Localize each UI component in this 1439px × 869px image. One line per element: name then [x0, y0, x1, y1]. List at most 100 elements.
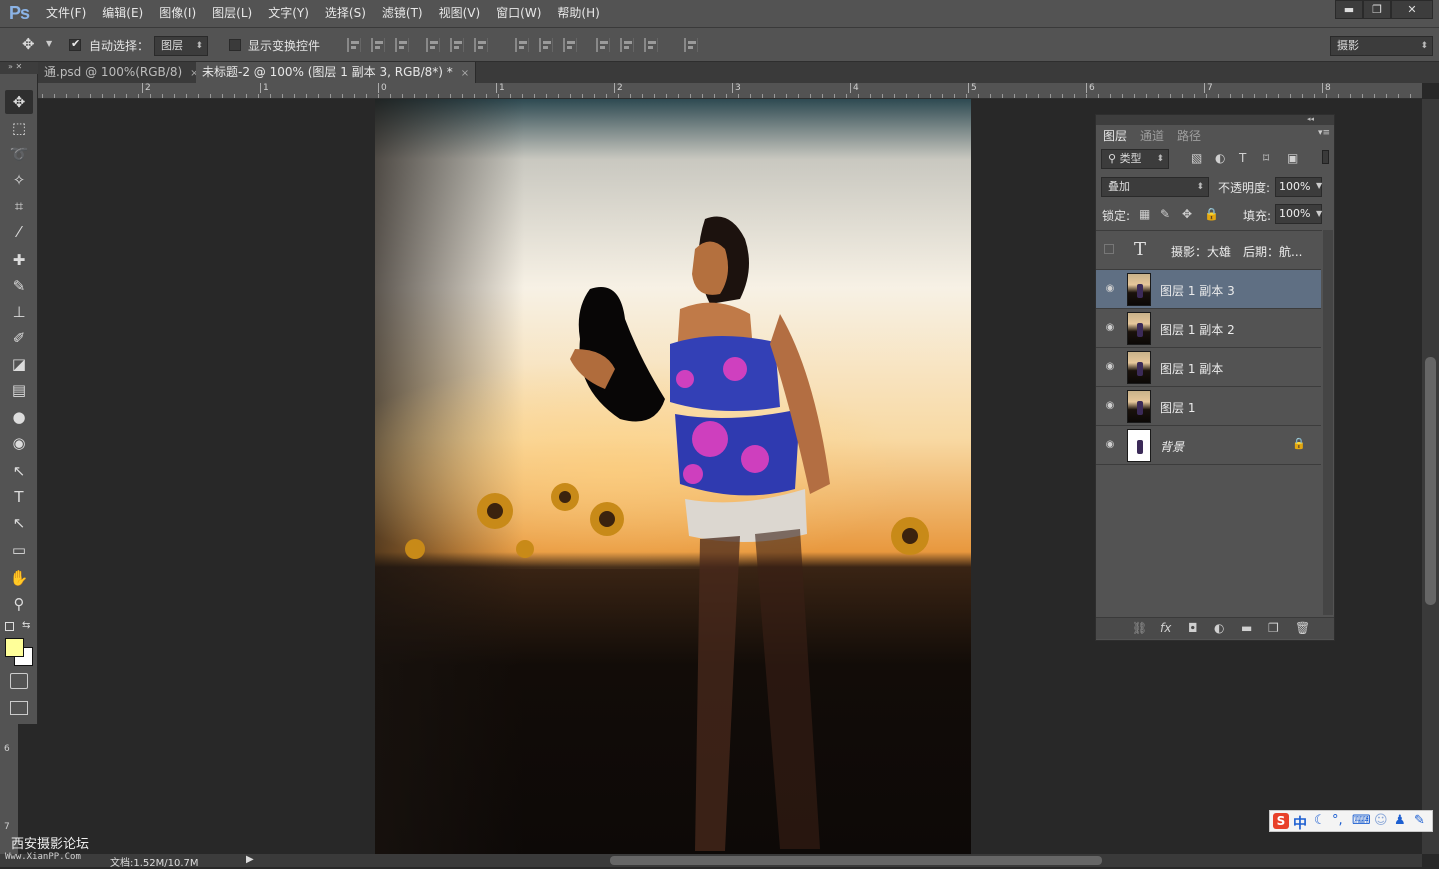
menu-window[interactable]: 窗口(W) — [488, 0, 549, 27]
toolbox-collapse-icon[interactable]: » ✕ — [0, 62, 38, 74]
auto-select-target-dropdown[interactable]: 图层 — [154, 36, 208, 56]
history-brush-icon[interactable]: ✐ — [5, 326, 33, 350]
filter-type-dropdown[interactable]: ⚲ 类型 — [1101, 149, 1169, 169]
align-vcenter-icon[interactable] — [371, 38, 385, 52]
distribute-vcenter-icon[interactable] — [539, 38, 553, 52]
horizontal-scrollbar[interactable] — [270, 854, 1422, 867]
menu-select[interactable]: 选择(S) — [317, 0, 374, 27]
tab-paths[interactable]: 路径 — [1177, 127, 1201, 144]
moon-icon[interactable]: ☾ — [1314, 813, 1326, 828]
doc-tab[interactable]: 通.psd @ 100%(RGB/8) × — [38, 62, 206, 83]
tab-layers[interactable]: 图层 — [1103, 127, 1127, 144]
menu-layer[interactable]: 图层(L) — [204, 0, 260, 27]
distribute-top-icon[interactable] — [515, 38, 529, 52]
eye-icon[interactable]: ◉ — [1104, 283, 1116, 295]
adjustment-icon[interactable]: ◐ — [1214, 621, 1224, 635]
eye-icon[interactable]: ◉ — [1104, 322, 1116, 334]
blend-mode-dropdown[interactable]: 叠加 — [1101, 177, 1209, 197]
align-hcenter-icon[interactable] — [450, 38, 464, 52]
link-icon[interactable]: ⛓ — [1132, 621, 1147, 635]
keyboard-icon[interactable]: ⌨ — [1352, 813, 1371, 828]
direct-select-icon[interactable]: ↖ — [5, 511, 33, 535]
align-left-icon[interactable] — [426, 38, 440, 52]
path-select-icon[interactable]: ↖ — [5, 459, 33, 483]
lock-transparent-icon[interactable]: ▦ — [1139, 207, 1150, 221]
eyedropper-icon[interactable]: ⁄ — [5, 220, 33, 244]
swap-colors-icon[interactable]: ⇆ — [22, 620, 30, 631]
distribute-left-icon[interactable] — [596, 38, 610, 52]
layer-list-scrollbar[interactable] — [1323, 230, 1333, 615]
workspace-dropdown[interactable]: 摄影 — [1330, 36, 1433, 56]
layer-row[interactable]: ◉ 图层 1 副本 3 — [1096, 270, 1321, 309]
opacity-input[interactable]: 100% — [1275, 177, 1322, 197]
foreground-color-swatch[interactable] — [5, 638, 24, 657]
menu-view[interactable]: 视图(V) — [431, 0, 489, 27]
menu-edit[interactable]: 编辑(E) — [94, 0, 151, 27]
ime-toolbar[interactable]: S 中 ☾ °, ⌨ ☺ ♟ ✎ — [1269, 810, 1433, 832]
vertical-scrollbar[interactable] — [1422, 99, 1439, 854]
auto-select-checkbox[interactable]: ✔ — [69, 37, 81, 51]
layer-row[interactable]: ◉ 图层 1 副本 2 — [1096, 309, 1321, 348]
crop-tool-icon[interactable]: ⌗ — [5, 194, 33, 218]
menu-type[interactable]: 文字(Y) — [260, 0, 317, 27]
fx-icon[interactable]: fx — [1160, 621, 1171, 635]
marquee-tool-icon[interactable]: ⬚ — [5, 116, 33, 140]
vertical-scroll-thumb[interactable] — [1425, 357, 1436, 605]
user-icon[interactable]: ☺ — [1374, 813, 1388, 828]
lock-brush-icon[interactable]: ✎ — [1160, 207, 1170, 221]
eraser-tool-icon[interactable]: ◪ — [5, 352, 33, 376]
panel-menu-icon[interactable]: ▾≡ — [1318, 128, 1330, 138]
filter-shape-icon[interactable]: ⌑ — [1263, 151, 1269, 165]
lock-position-icon[interactable]: ✥ — [1182, 207, 1192, 221]
distribute-hcenter-icon[interactable] — [620, 38, 634, 52]
eye-icon[interactable]: ◉ — [1104, 361, 1116, 373]
close-button[interactable]: ✕ — [1391, 0, 1433, 19]
align-right-icon[interactable] — [474, 38, 488, 52]
visibility-toggle[interactable] — [1104, 244, 1114, 254]
quick-mask-icon[interactable] — [10, 673, 28, 689]
default-colors-icon[interactable] — [5, 622, 14, 631]
filter-adjustment-icon[interactable]: ◐ — [1215, 151, 1225, 165]
chevron-down-icon[interactable]: ▼ — [46, 39, 52, 48]
horizontal-scroll-thumb[interactable] — [610, 856, 1102, 865]
distribute-bottom-icon[interactable] — [563, 38, 577, 52]
trash-icon[interactable]: 🗑 — [1295, 621, 1310, 635]
shape-tool-icon[interactable]: ▭ — [5, 538, 33, 562]
screen-mode-icon[interactable] — [10, 701, 28, 715]
panel-collapse-icon[interactable]: ◂◂ — [1096, 115, 1334, 125]
distribute-right-icon[interactable] — [644, 38, 658, 52]
healing-brush-icon[interactable]: ✚ — [5, 248, 33, 272]
new-layer-icon[interactable]: ❐ — [1268, 621, 1279, 635]
filter-toggle[interactable] — [1322, 150, 1329, 164]
lasso-tool-icon[interactable]: ➰ — [5, 142, 33, 166]
folder-icon[interactable]: ▬ — [1241, 621, 1252, 635]
blur-tool-icon[interactable]: ● — [5, 405, 33, 429]
close-icon[interactable]: × — [461, 68, 469, 79]
align-top-icon[interactable] — [347, 38, 361, 52]
gradient-tool-icon[interactable]: ▤ — [5, 378, 33, 402]
doc-tab-active[interactable]: 未标题-2 @ 100% (图层 1 副本 3, RGB/8*) * × — [196, 62, 477, 83]
punctuation-icon[interactable]: °, — [1332, 813, 1343, 828]
layer-row[interactable]: T 摄影：大雄 后期：航... — [1096, 231, 1321, 270]
show-transform-checkbox[interactable] — [229, 39, 241, 51]
filter-pixel-icon[interactable]: ▧ — [1191, 151, 1202, 165]
menu-image[interactable]: 图像(I) — [151, 0, 204, 27]
stamp-tool-icon[interactable]: ⊥ — [5, 300, 33, 324]
fill-input[interactable]: 100% — [1275, 204, 1322, 224]
zoom-tool-icon[interactable]: ⚲ — [5, 592, 33, 616]
document-canvas-photo[interactable] — [375, 99, 971, 854]
wrench-icon[interactable]: ✎ — [1414, 813, 1425, 828]
ime-mode-label[interactable]: 中 — [1293, 813, 1307, 833]
lock-all-icon[interactable]: 🔒 — [1204, 207, 1219, 221]
move-tool-icon[interactable]: ✥ — [5, 90, 33, 114]
layer-row[interactable]: ◉ 图层 1 — [1096, 387, 1321, 426]
auto-align-icon[interactable] — [684, 38, 698, 52]
layer-row[interactable]: ◉ 背景 🔒 — [1096, 426, 1321, 465]
chevron-down-icon[interactable]: ▼ — [1316, 209, 1322, 218]
chevron-down-icon[interactable]: ▼ — [1316, 181, 1322, 190]
skin-icon[interactable]: ♟ — [1394, 813, 1406, 828]
minimize-button[interactable]: ▬ — [1335, 0, 1363, 19]
brush-tool-icon[interactable]: ✎ — [5, 274, 33, 298]
restore-button[interactable]: ❐ — [1363, 0, 1391, 19]
magic-wand-icon[interactable]: ✧ — [5, 168, 33, 192]
